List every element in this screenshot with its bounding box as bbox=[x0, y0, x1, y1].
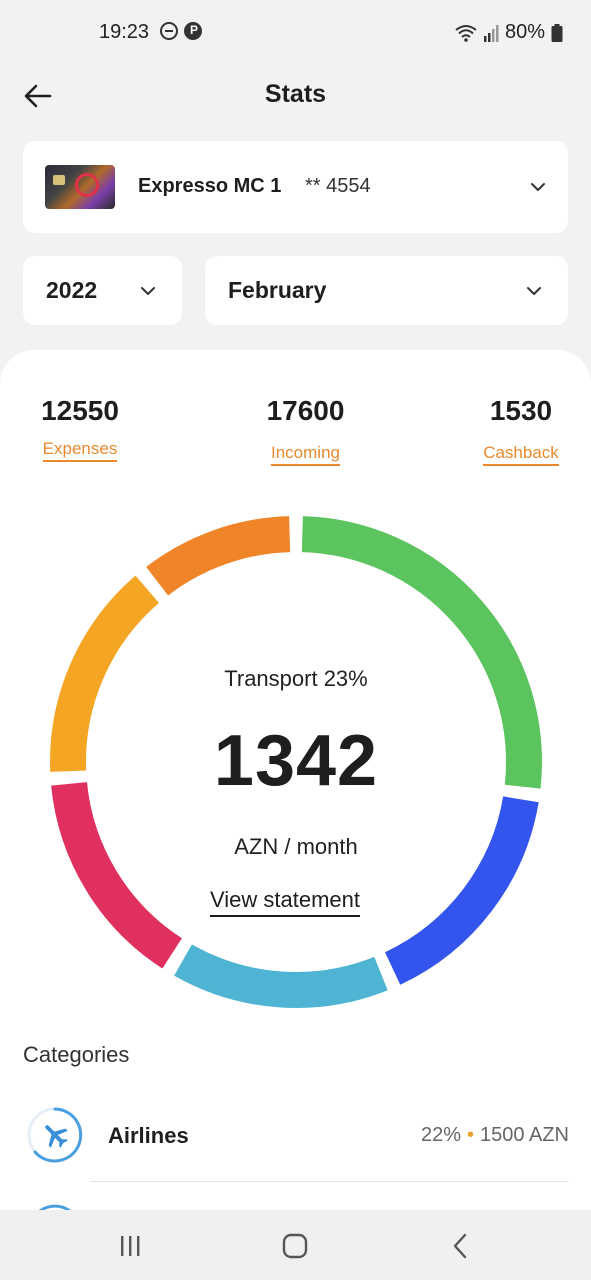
airplane-icon bbox=[27, 1107, 83, 1163]
donut-amount: 1342 bbox=[213, 721, 379, 801]
page-title: Stats bbox=[264, 80, 327, 108]
wifi-icon bbox=[455, 24, 477, 42]
card-logo-icon bbox=[75, 173, 99, 197]
month-value: February bbox=[228, 277, 327, 303]
expenses-link[interactable]: Expenses bbox=[42, 439, 118, 462]
category-percent: 22% bbox=[421, 1124, 462, 1146]
signal-icon bbox=[483, 24, 499, 42]
category-amount: 1500 AZN bbox=[480, 1124, 569, 1146]
view-statement-link[interactable]: View statement bbox=[210, 887, 361, 917]
cashback-value: 1530 bbox=[489, 395, 553, 426]
category-row-airlines[interactable]: Airlines 22% • 1500 AZN bbox=[0, 1100, 591, 1182]
donut-unit: AZN / month bbox=[234, 834, 358, 859]
recent-apps-icon[interactable] bbox=[110, 1228, 150, 1264]
donut-category-label: Transport 23% bbox=[224, 666, 368, 691]
status-bar: 19:23 80% bbox=[0, 0, 591, 68]
month-dropdown[interactable]: February bbox=[205, 256, 568, 325]
chevron-down-icon bbox=[527, 287, 541, 295]
home-icon[interactable] bbox=[275, 1228, 315, 1264]
card-name: Expresso MC 1 bbox=[138, 175, 282, 197]
year-dropdown[interactable]: 2022 bbox=[23, 256, 182, 325]
card-selector[interactable]: Expresso MC 1 ** 4554 bbox=[23, 141, 568, 233]
categories-title: Categories bbox=[23, 1042, 130, 1067]
card-chip-icon bbox=[53, 175, 65, 185]
header: Stats bbox=[0, 68, 591, 124]
incoming-value: 17600 bbox=[266, 395, 345, 426]
status-notification-icons bbox=[160, 22, 202, 40]
do-not-disturb-icon bbox=[160, 22, 178, 40]
status-right: 80% bbox=[455, 21, 563, 44]
summary-incoming: 17600 Incoming bbox=[243, 395, 368, 466]
summary-cashback: 1530 Cashback bbox=[466, 395, 576, 466]
donut-center: Transport 23% 1342 AZN / month View stat… bbox=[44, 510, 548, 1014]
incoming-link[interactable]: Incoming bbox=[271, 443, 340, 466]
year-value: 2022 bbox=[46, 277, 98, 303]
cashback-link[interactable]: Cashback bbox=[483, 443, 559, 466]
chevron-down-icon bbox=[531, 183, 545, 191]
back-nav-icon[interactable] bbox=[441, 1228, 481, 1264]
separator-dot-icon: • bbox=[467, 1124, 475, 1146]
summary-expenses: 12550 Expenses bbox=[20, 395, 140, 462]
stats-screen: 19:23 80% bbox=[0, 0, 591, 1280]
divider bbox=[90, 1181, 569, 1182]
card-number: ** 4554 bbox=[305, 175, 371, 197]
battery-icon bbox=[551, 23, 563, 42]
expenses-value: 12550 bbox=[41, 395, 119, 426]
chevron-down-icon bbox=[141, 287, 155, 295]
category-name: Airlines bbox=[108, 1123, 189, 1148]
system-nav-bar bbox=[0, 1210, 591, 1280]
status-time: 19:23 bbox=[99, 21, 150, 43]
card-thumbnail bbox=[45, 165, 115, 209]
category-stats: 22% • 1500 AZN bbox=[421, 1124, 569, 1147]
battery-percent: 80% bbox=[504, 21, 545, 43]
app-notification-icon bbox=[184, 22, 202, 40]
